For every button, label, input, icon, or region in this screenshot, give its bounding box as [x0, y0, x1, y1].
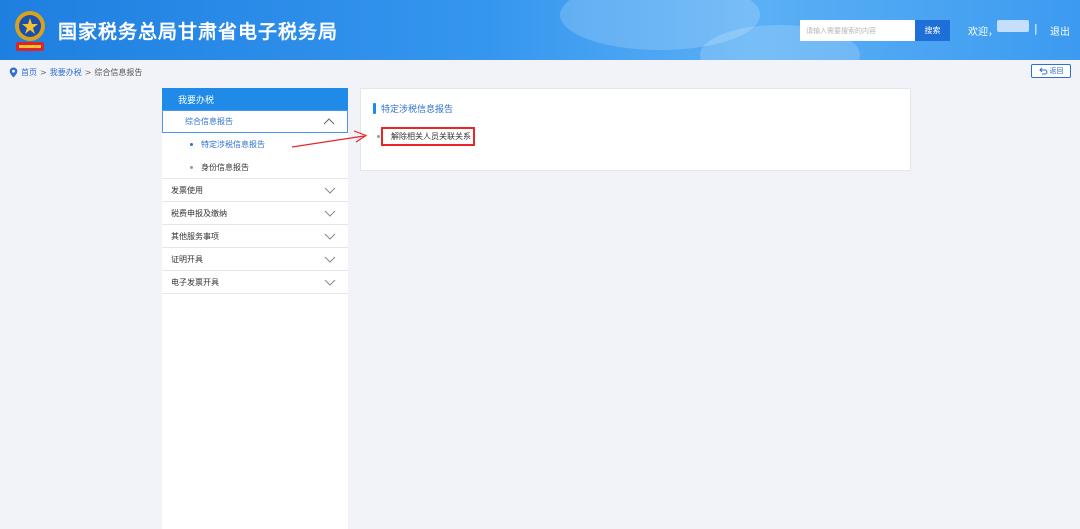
chevron-down-icon [324, 210, 336, 217]
sidebar-item-label: 证明开具 [171, 254, 203, 264]
sidebar-item-label: 税费申报及缴纳 [171, 208, 227, 218]
chevron-up-icon [323, 118, 335, 125]
sidebar-item-label: 电子发票开具 [171, 277, 219, 287]
location-pin-icon [9, 67, 18, 77]
chevron-down-icon [324, 187, 336, 194]
breadcrumb-level1[interactable]: 我要办税 [50, 67, 82, 78]
bullet-dot [190, 143, 193, 146]
sidebar-item-label: 发票使用 [171, 185, 203, 195]
search-button[interactable]: 搜索 [915, 20, 950, 41]
content-panel: 特定涉税信息报告 解除相关人员关联关系 [360, 88, 911, 171]
breadcrumb-home[interactable]: 首页 [21, 67, 37, 78]
breadcrumb-current: 综合信息报告 [94, 67, 143, 77]
sidebar: 我要办税 综合信息报告 特定涉税信息报告 身份信息报告 发票使用 税费申报及缴纳… [162, 88, 348, 529]
back-button[interactable]: 返回 [1031, 64, 1071, 78]
breadcrumb-separator: > [84, 67, 92, 77]
breadcrumb: 首页 > 我要办税 > 综合信息报告 [9, 66, 142, 78]
sidebar-item-label: 其他服务事项 [171, 231, 219, 241]
title-accent-bar [373, 103, 376, 114]
welcome-text: 欢迎， [968, 27, 998, 38]
sidebar-item-certificate-issuance[interactable]: 证明开具 [162, 248, 348, 271]
logout-link[interactable]: 退出 [1050, 23, 1070, 38]
chevron-down-icon [324, 279, 336, 286]
user-name-redacted [997, 20, 1029, 32]
chevron-down-icon [324, 256, 336, 263]
sidebar-item-invoice-use[interactable]: 发票使用 [162, 179, 348, 202]
top-header: 国家税务总局甘肃省电子税务局 搜索 欢迎， | 退出 [0, 0, 1080, 60]
back-arrow-icon [1038, 67, 1047, 75]
sidebar-subitem-identity-info-report[interactable]: 身份信息报告 [162, 156, 348, 179]
annotation-arrow-icon [291, 130, 368, 148]
sidebar-item-tax-declaration-payment[interactable]: 税费申报及缴纳 [162, 202, 348, 225]
dissolve-related-persons-link[interactable]: 解除相关人员关联关系 [381, 127, 475, 146]
sidebar-subitem-label: 特定涉税信息报告 [201, 140, 265, 149]
chevron-down-icon [324, 233, 336, 240]
back-label: 返回 [1049, 67, 1064, 75]
breadcrumb-separator: > [40, 67, 47, 77]
header-separator: | [1034, 22, 1038, 35]
sidebar-item-e-invoice-issuance[interactable]: 电子发票开具 [162, 271, 348, 294]
search-input[interactable] [800, 20, 915, 41]
bullet-dot [190, 165, 193, 169]
sidebar-item-other-services[interactable]: 其他服务事项 [162, 225, 348, 248]
panel-title: 特定涉税信息报告 [373, 102, 453, 115]
sidebar-subitem-label: 身份信息报告 [201, 162, 249, 172]
panel-title-text: 特定涉税信息报告 [381, 105, 454, 115]
tax-emblem-logo [15, 11, 45, 51]
sidebar-item-label: 综合信息报告 [185, 117, 233, 126]
sidebar-header: 我要办税 [162, 88, 348, 110]
site-title: 国家税务总局甘肃省电子税务局 [58, 21, 339, 43]
